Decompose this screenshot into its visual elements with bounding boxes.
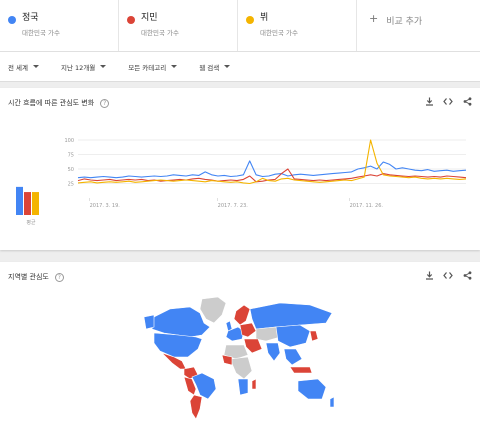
map-region-australia [297, 378, 327, 400]
y-tick-label: 25 [68, 182, 74, 188]
term-jungkook[interactable]: 정국 대한민국 가수 [0, 0, 119, 51]
term-v[interactable]: 뷔 대한민국 가수 [238, 0, 357, 51]
map-region-new-zealand [329, 396, 335, 408]
series-color-dot [8, 16, 16, 24]
card-actions [424, 270, 472, 280]
plus-icon: + [369, 12, 379, 25]
help-icon[interactable]: ? [54, 272, 64, 282]
term-name: 지민 [141, 13, 158, 23]
map-region-madagascar [251, 378, 257, 390]
interest-over-time-chart: 100 75 50 25 평균 2017. 3. 19. 2017. 7. 23. 2017.… [16, 138, 467, 226]
term-subtitle: 대한민국 가수 [141, 29, 179, 37]
average-bar [24, 192, 31, 215]
map-region-korea-japan [309, 330, 319, 342]
add-comparison-label: 비교 추가 [386, 17, 423, 27]
average-bar [16, 186, 23, 215]
y-tick-label: 75 [68, 153, 74, 159]
term-name: 뷔 [260, 13, 269, 23]
term-name: 정국 [22, 13, 39, 23]
map-region-scandinavia [233, 304, 251, 326]
caret-down-icon [33, 65, 40, 68]
time-filter-dropdown[interactable]: 지난 12개월 [61, 62, 107, 72]
x-tick-label: 2017. 11. 26. [350, 203, 384, 209]
caret-down-icon [100, 65, 107, 68]
embed-icon[interactable] [443, 270, 453, 280]
map-region-west-africa [221, 354, 233, 366]
map-region-greenland [199, 296, 227, 324]
y-tick-label: 50 [68, 167, 74, 173]
series-color-dot [246, 16, 254, 24]
map-region-alaska [143, 314, 155, 330]
map-region-argentina [189, 394, 203, 420]
map-region-usa [153, 332, 203, 358]
world-map[interactable] [140, 295, 340, 423]
compare-bar: 정국 대한민국 가수 지민 대한민국 가수 뷔 대한민국 가수 + 비교 추가 [0, 0, 480, 52]
map-region-central-africa [229, 356, 253, 380]
share-icon[interactable] [462, 270, 472, 280]
term-subtitle: 대한민국 가수 [22, 29, 60, 37]
caret-down-icon [171, 65, 178, 68]
map-region-china [275, 324, 311, 348]
download-icon[interactable] [424, 270, 434, 280]
y-tick-label: 100 [64, 138, 74, 144]
filter-label: 지난 12개월 [61, 63, 96, 72]
filter-label: 웹 검색 [199, 63, 220, 72]
caret-down-icon [224, 65, 231, 68]
category-filter-dropdown[interactable]: 모든 카테고리 [128, 62, 178, 72]
map-region-eastern-europe [239, 322, 257, 338]
average-label: 평균 [26, 219, 36, 226]
term-jimin[interactable]: 지민 대한민국 가수 [119, 0, 238, 51]
add-comparison-button[interactable]: + 비교 추가 [357, 0, 480, 51]
term-subtitle: 대한민국 가수 [260, 29, 298, 37]
filter-bar: 전 세계 지난 12개월 모든 카테고리 웹 검색 [0, 52, 480, 82]
filter-label: 모든 카테고리 [128, 63, 167, 72]
map-region-southern-africa [237, 378, 249, 396]
map-region-middle-east [243, 338, 263, 354]
map-region-southeast-asia [283, 348, 303, 366]
region-filter-dropdown[interactable]: 전 세계 [8, 62, 40, 72]
interest-over-time-card: 시간 흐름에 따른 관심도 변화 ? 100 75 50 25 평균 2017. 3. 1… [0, 88, 480, 250]
map-region-russia [249, 302, 333, 330]
search-type-filter-dropdown[interactable]: 웹 검색 [199, 62, 231, 72]
x-tick-label: 2017. 7. 23. [218, 203, 249, 209]
map-region-indonesia [289, 366, 313, 374]
average-bar [32, 192, 39, 215]
card-header: 지역별 관심도 ? [8, 272, 64, 282]
map-region-india [265, 342, 281, 362]
filter-label: 전 세계 [8, 63, 29, 72]
series-color-dot [127, 16, 135, 24]
card-title: 지역별 관심도 [8, 273, 49, 281]
x-tick-label: 2017. 3. 19. [90, 203, 121, 209]
